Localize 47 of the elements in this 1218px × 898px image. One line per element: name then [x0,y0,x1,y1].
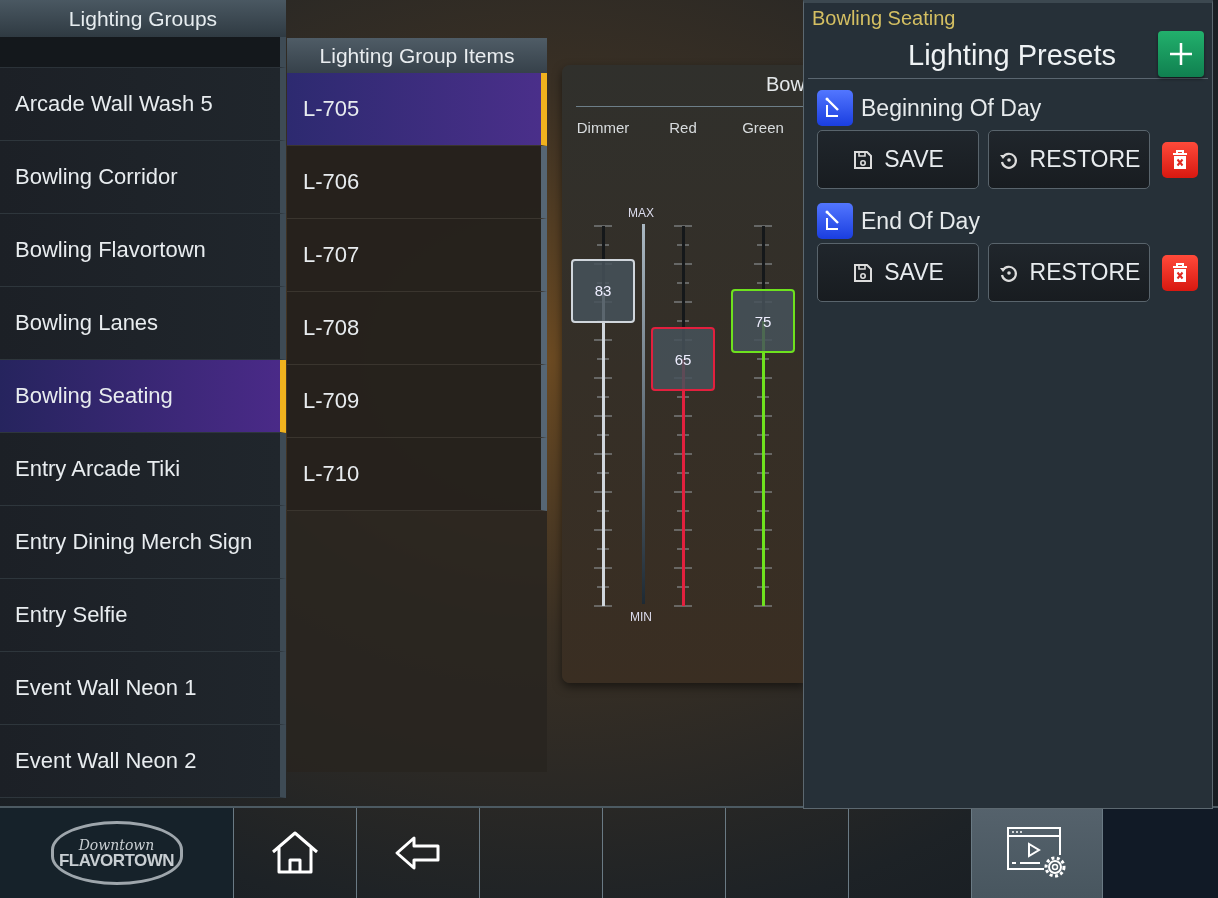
channel-label: Red [669,119,697,138]
slider-thumb[interactable]: 83 [571,258,635,323]
slider-thumb[interactable]: 75 [731,289,795,353]
item-list-item[interactable]: L-706 [287,146,547,219]
save-button[interactable]: SAVE [817,130,979,189]
preset-name: End Of Day [861,207,980,235]
item-list-item[interactable]: L-707 [287,219,547,292]
edit-button[interactable] [817,203,853,239]
preset-name: Beginning Of Day [861,94,1042,122]
nav-tab[interactable] [972,808,1103,898]
channel-label: Dimmer [576,119,630,138]
trash-icon [1170,261,1190,284]
group-list-item[interactable]: Entry Selfie [0,579,286,652]
channel-label: Green [742,119,784,138]
delete-button[interactable] [1162,254,1198,291]
group-list-item[interactable]: Arcade Wall Wash 5 [0,68,286,141]
edit-button[interactable] [817,90,853,126]
mixer-title: Bow [766,73,805,96]
group-list-item[interactable]: Bowling Lanes [0,287,286,360]
presets-title: Lighting Presets [908,37,1117,72]
trash-icon [1170,148,1190,171]
save-button[interactable]: SAVE [817,243,979,302]
item-list-item[interactable]: L-709 [287,365,547,438]
item-list-item[interactable]: L-705 [287,73,547,146]
scale-min-label: MIN [630,610,652,624]
group-list-item[interactable]: Event Wall Neon 2 [0,725,286,798]
group-list-item[interactable]: Entry Arcade Tiki [0,433,286,506]
group-list-item[interactable]: Entry Dining Merch Sign [0,506,286,579]
restore-button[interactable]: RESTORE [988,130,1150,189]
group-list-item[interactable]: Event Wall Neon 1 [0,652,286,725]
group-list-item[interactable]: Bowling Flavortown [0,214,286,287]
scale-max-label: MAX [628,206,654,220]
plus-icon [1168,41,1194,67]
panel-title: Lighting Group Items [287,38,547,73]
add-button[interactable] [1158,31,1204,77]
panel-title: Lighting Groups [0,0,286,37]
logo[interactable]: Downtown FLAVORTOWN [0,808,234,898]
delete-button[interactable] [1162,141,1198,178]
group-list-item[interactable]: Bowling Seating [0,360,286,433]
back-arrow-icon [394,835,442,872]
slider-thumb[interactable]: 65 [651,327,715,391]
restore-button[interactable]: RESTORE [988,243,1150,302]
home-icon [269,830,321,877]
item-list-item[interactable]: L-710 [287,438,547,511]
item-list-item[interactable]: L-708 [287,292,547,365]
group-list-item[interactable]: Bowling Corridor [0,141,286,214]
group-name: Bowling Seating [811,6,957,30]
